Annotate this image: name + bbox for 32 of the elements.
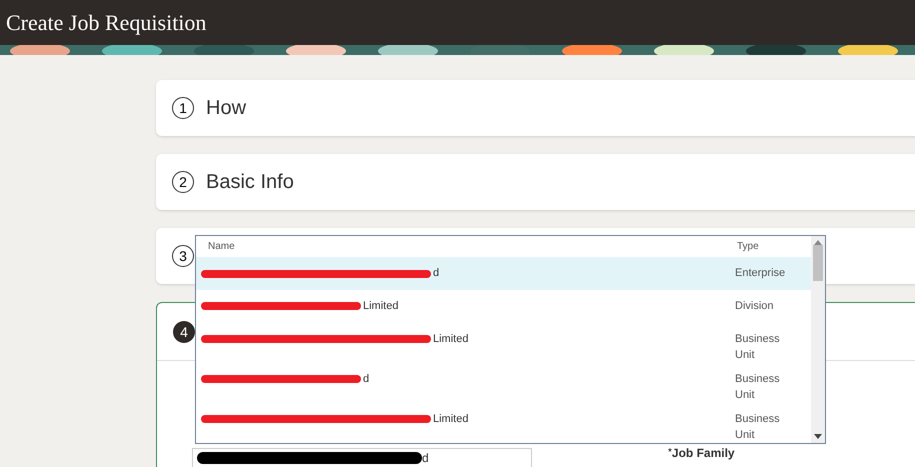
option-name: Limited	[432, 332, 468, 347]
required-mark: *	[668, 446, 672, 460]
option-type: Business Unit	[735, 332, 781, 363]
option-type: Business Unit	[735, 412, 781, 443]
dropdown-option[interactable]: d Enterprise	[196, 257, 811, 290]
scrollbar[interactable]	[811, 236, 825, 443]
option-name: Limited	[362, 299, 398, 314]
page-title: Create Job Requisition	[6, 9, 206, 37]
scroll-down-icon[interactable]	[814, 434, 822, 439]
step-number: 4	[173, 320, 195, 342]
dropdown-option[interactable]: d Business Unit	[196, 362, 811, 403]
scrollbar-thumb[interactable]	[813, 245, 823, 281]
dropdown-option[interactable]: Limited Business Unit	[196, 322, 811, 363]
step-number: 1	[172, 97, 194, 119]
column-header: Type	[736, 240, 760, 254]
step-card[interactable]: 2 Basic Info	[156, 154, 915, 210]
option-type: Enterprise	[735, 266, 786, 282]
option-name: Limited	[432, 412, 468, 427]
dropdown-option[interactable]: Limited Division	[196, 290, 811, 323]
field-label: Job Family	[672, 445, 735, 461]
step-number: 2	[172, 171, 194, 193]
option-type: Division	[735, 299, 775, 314]
field-value: d	[422, 450, 429, 466]
step-title: Basic Info	[206, 170, 294, 195]
option-type: Business Unit	[735, 372, 781, 403]
step-card[interactable]: 1 How	[156, 80, 915, 136]
option-name: d	[432, 266, 440, 282]
column-header: Name	[207, 240, 236, 254]
step-title: How	[206, 96, 246, 121]
dropdown-option[interactable]: Limited Business Unit	[196, 402, 811, 443]
option-name: d	[362, 372, 370, 387]
step-number: 3	[172, 245, 194, 267]
